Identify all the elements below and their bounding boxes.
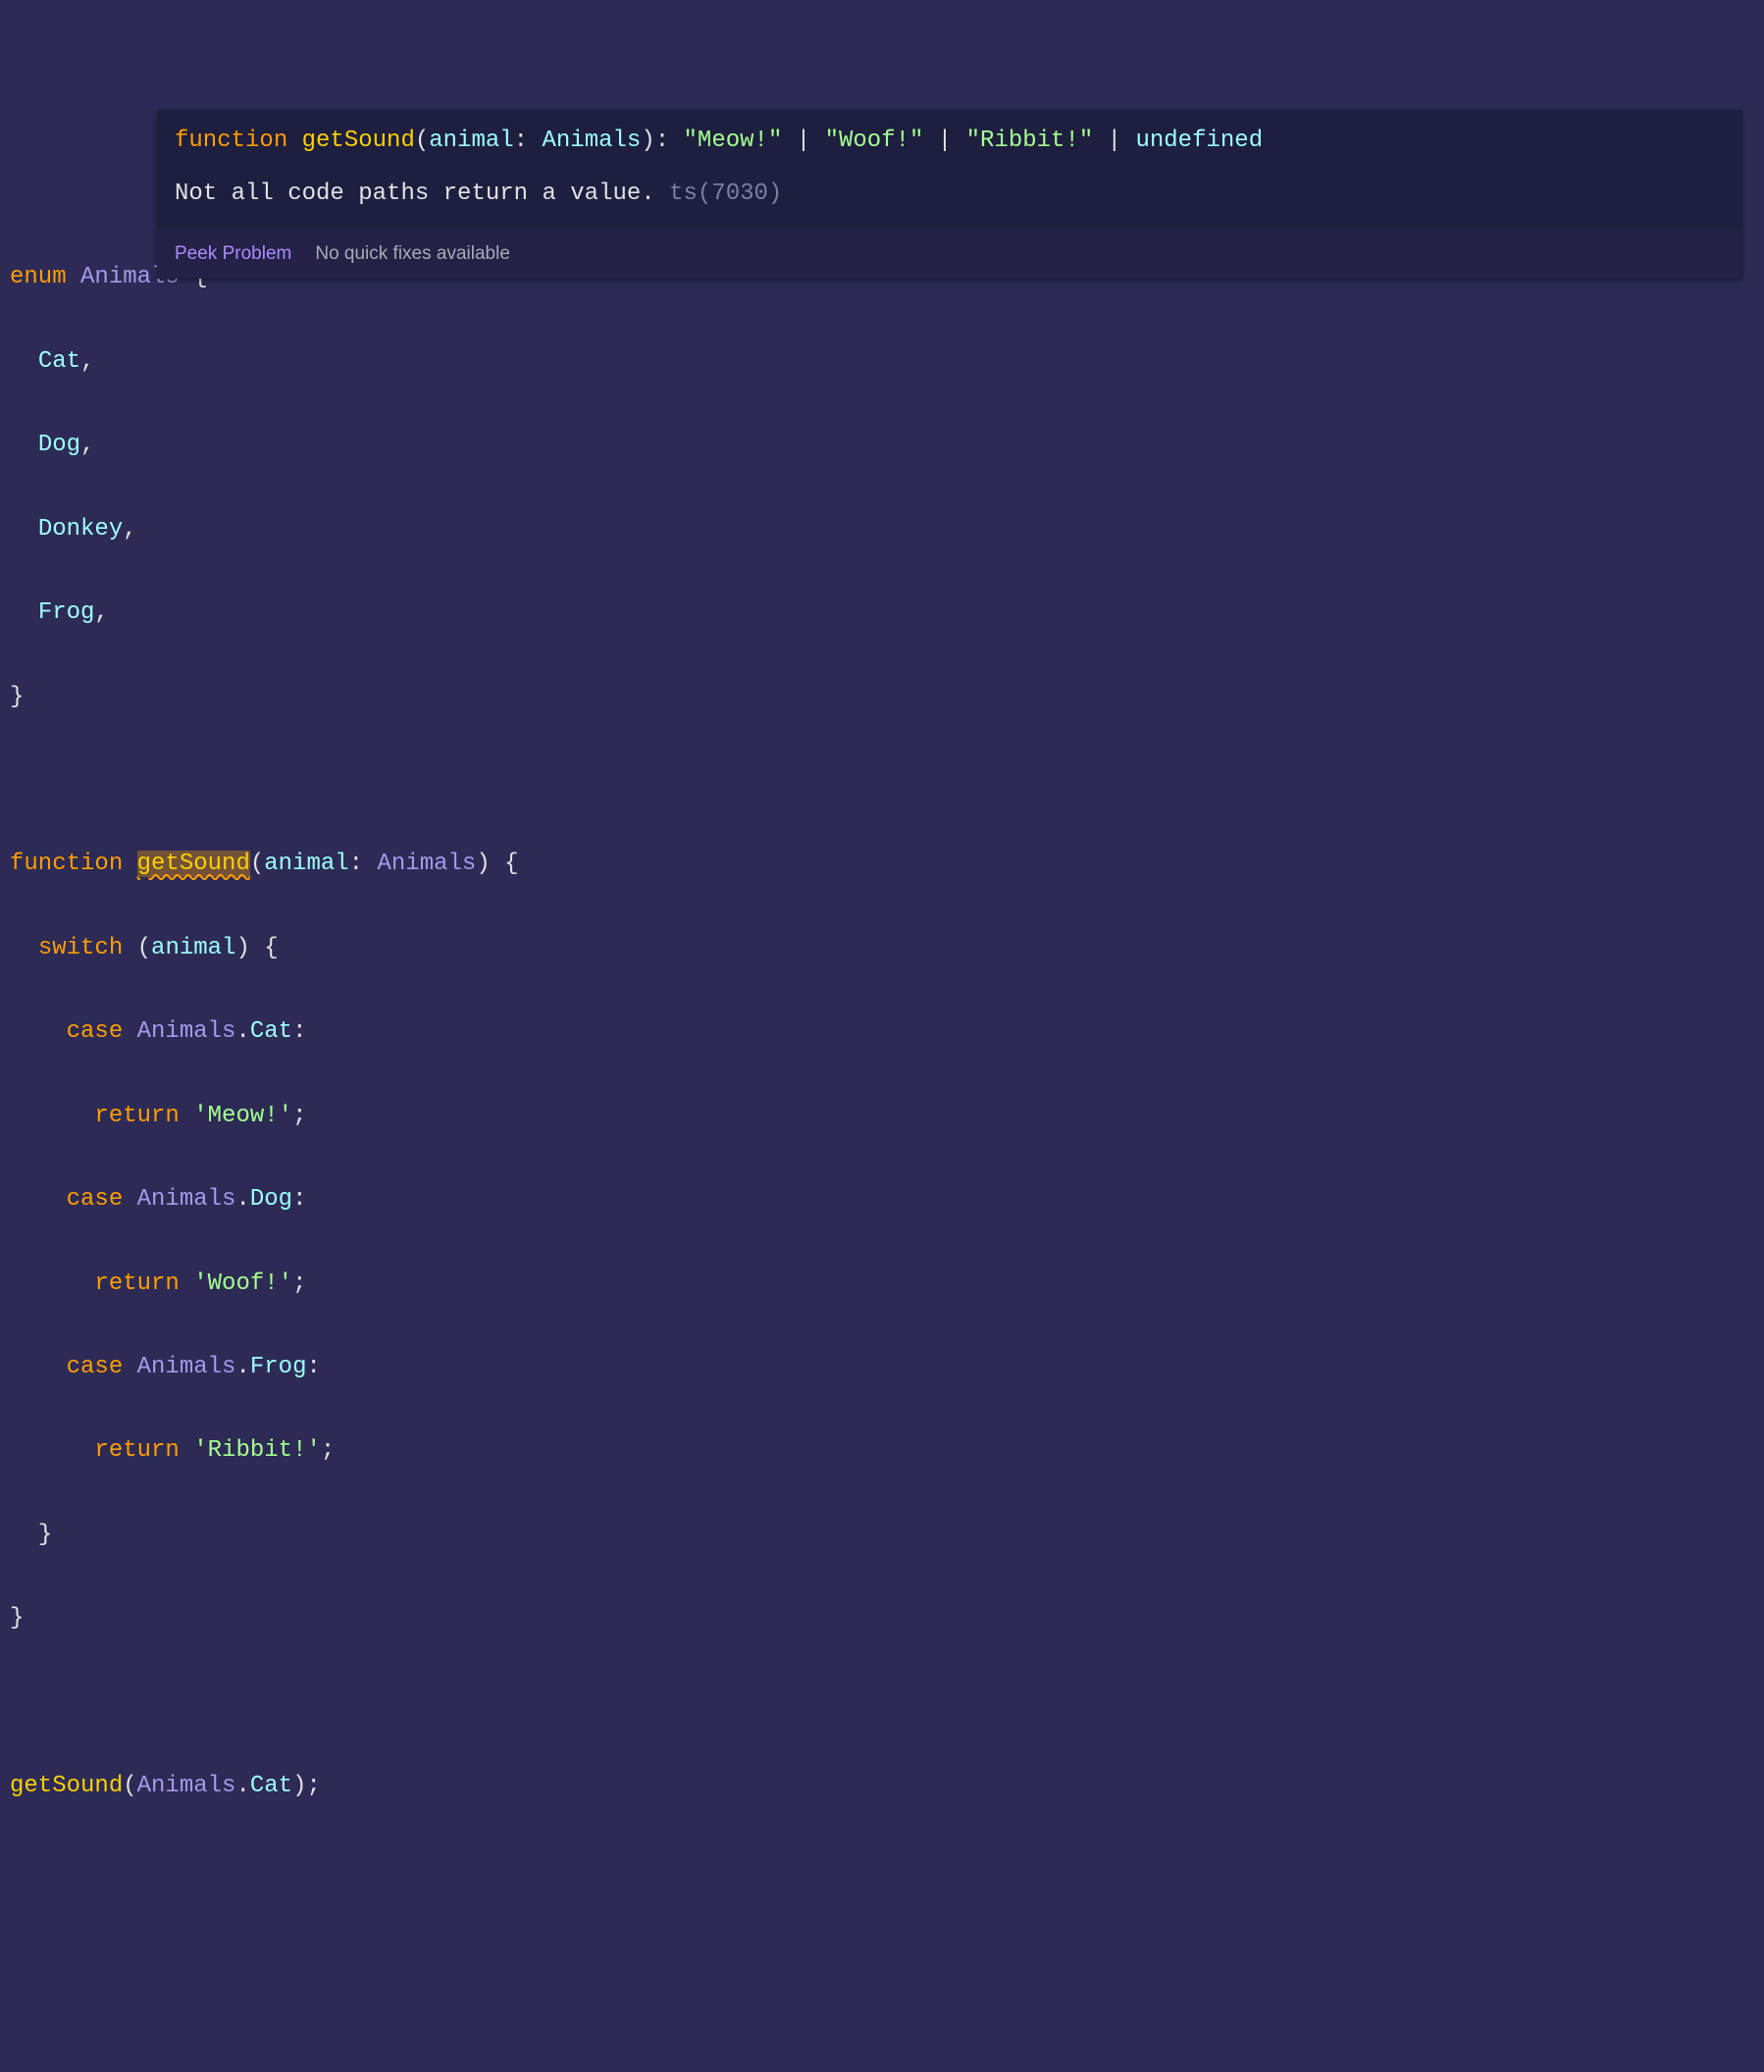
error-code: ts(7030) — [669, 181, 782, 207]
hover-actions-bar: Peek Problem No quick fixes available — [157, 229, 1742, 279]
enum-member: Cat — [250, 1018, 292, 1045]
brace-close: } — [10, 684, 24, 710]
hover-signature: function getSound(animal: Animals): "Meo… — [157, 110, 1742, 169]
code-line[interactable]: Frog, — [10, 593, 1754, 635]
keyword-function: function — [10, 851, 123, 877]
enum-value: Frog — [38, 599, 95, 626]
hover-tooltip[interactable]: function getSound(animal: Animals): "Meo… — [157, 110, 1742, 279]
sig-keyword-function: function — [175, 128, 287, 154]
code-line[interactable]: return 'Ribbit!'; — [10, 1430, 1754, 1473]
sig-param-type: Animals — [542, 128, 641, 154]
keyword-case: case — [67, 1018, 124, 1045]
enum-access: Animals — [137, 1018, 236, 1045]
error-text: Not all code paths return a value. — [175, 181, 655, 207]
code-line[interactable]: getSound(Animals.Cat); — [10, 1766, 1754, 1808]
code-line[interactable]: } — [10, 1515, 1754, 1557]
code-line[interactable]: return 'Meow!'; — [10, 1096, 1754, 1138]
keyword-case: case — [67, 1354, 124, 1380]
code-line[interactable]: Donkey, — [10, 509, 1754, 551]
enum-member: Cat — [250, 1773, 292, 1799]
enum-access: Animals — [137, 1186, 236, 1213]
keyword-return: return — [94, 1437, 179, 1464]
sig-function-name: getSound — [302, 128, 415, 154]
enum-value: Cat — [38, 348, 80, 375]
peek-problem-link[interactable]: Peek Problem — [175, 236, 291, 271]
no-quick-fixes-text: No quick fixes available — [315, 236, 510, 271]
sig-return-type: "Woof!" — [825, 128, 924, 154]
keyword-return: return — [94, 1103, 179, 1129]
code-line[interactable]: return 'Woof!'; — [10, 1264, 1754, 1306]
param-name: animal — [264, 851, 348, 877]
code-line[interactable]: case Animals.Dog: — [10, 1179, 1754, 1221]
keyword-enum: enum — [10, 264, 67, 290]
code-line[interactable]: case Animals.Cat: — [10, 1011, 1754, 1054]
code-line[interactable]: Cat, — [10, 341, 1754, 384]
brace-close: } — [10, 1605, 24, 1632]
sig-return-type: "Ribbit!" — [966, 128, 1094, 154]
enum-value: Dog — [38, 432, 80, 458]
code-line-blank[interactable] — [10, 1683, 1754, 1725]
string-literal: 'Woof!' — [193, 1270, 292, 1297]
code-line[interactable]: switch (animal) { — [10, 928, 1754, 970]
code-line[interactable]: } — [10, 1598, 1754, 1640]
code-line[interactable]: } — [10, 677, 1754, 719]
param-type: Animals — [377, 851, 476, 877]
sig-return-type: "Meow!" — [684, 128, 783, 154]
sig-param-name: animal — [429, 128, 513, 154]
brace-open: { — [264, 935, 278, 961]
enum-access: Animals — [137, 1354, 236, 1380]
code-line[interactable]: function getSound(animal: Animals) { — [10, 844, 1754, 886]
code-line-blank[interactable] — [10, 760, 1754, 803]
enum-member: Frog — [250, 1354, 307, 1380]
keyword-case: case — [67, 1186, 124, 1213]
editor-area[interactable]: enum Animals { Cat, Dog, Donkey, Frog, }… — [10, 216, 1754, 1850]
variable: animal — [151, 935, 235, 961]
enum-member: Dog — [250, 1186, 292, 1213]
function-call: getSound — [10, 1773, 123, 1799]
string-literal: 'Meow!' — [193, 1103, 292, 1129]
hover-error-message: Not all code paths return a value. ts(70… — [157, 169, 1742, 228]
function-name-error[interactable]: getSound — [137, 851, 250, 877]
enum-access: Animals — [137, 1773, 236, 1799]
sig-return-type: undefined — [1135, 128, 1263, 154]
code-line[interactable]: case Animals.Frog: — [10, 1347, 1754, 1389]
code-line[interactable]: Dog, — [10, 425, 1754, 467]
string-literal: 'Ribbit!' — [193, 1437, 321, 1464]
keyword-return: return — [94, 1270, 179, 1297]
enum-value: Donkey — [38, 516, 123, 543]
keyword-switch: switch — [38, 935, 123, 961]
brace-close: } — [38, 1522, 52, 1548]
brace-open: { — [504, 851, 518, 877]
